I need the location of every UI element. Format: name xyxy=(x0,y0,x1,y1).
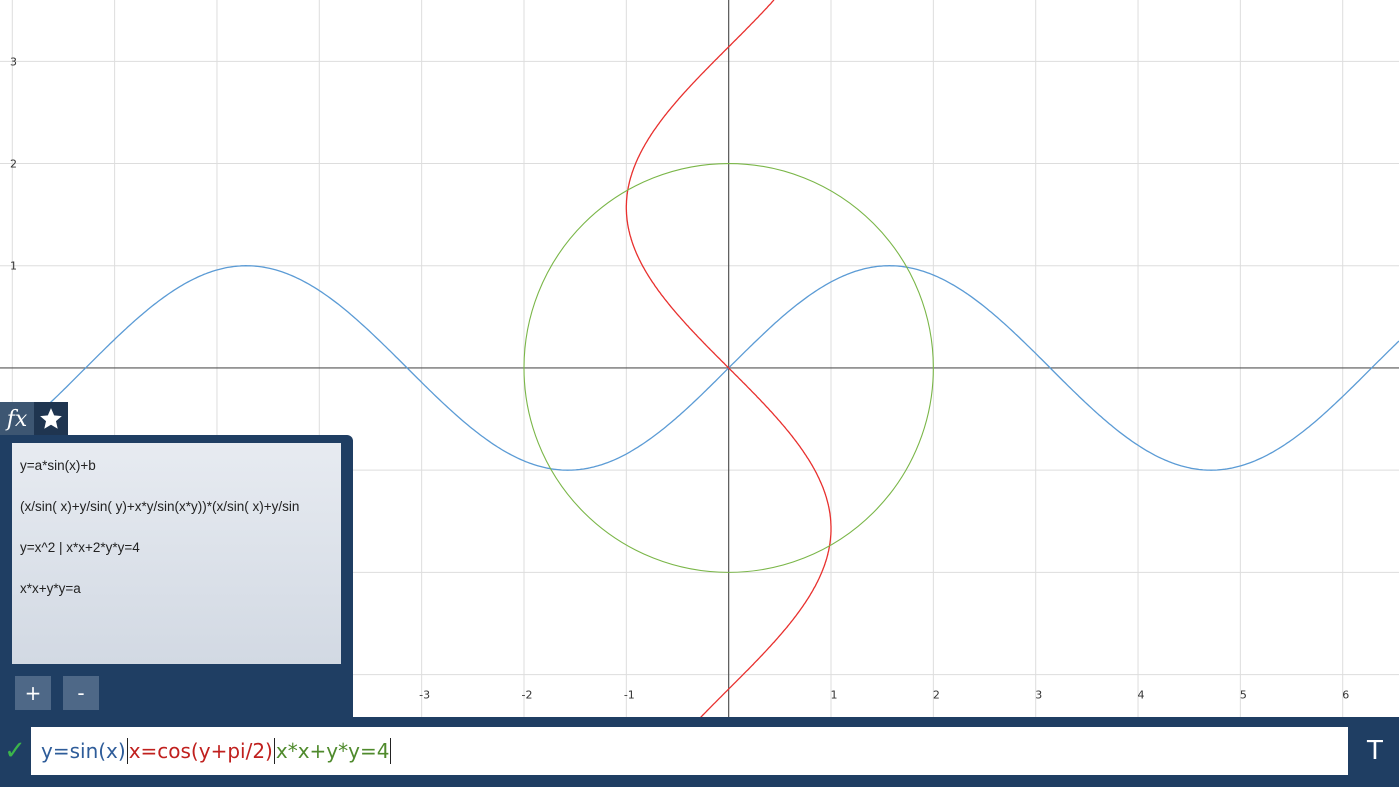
input-bar: ✓ y=sin(x) x=cos(y+pi/2) x*x+y*y=4 T xyxy=(0,717,1399,787)
x-tick-label: 3 xyxy=(1035,689,1042,702)
formula-tab[interactable]: fx xyxy=(0,402,34,436)
x-tick-label: -3 xyxy=(419,689,430,702)
x-tick-label: 6 xyxy=(1342,689,1349,702)
x-tick-label: -2 xyxy=(522,689,533,702)
y-tick-label: 3 xyxy=(10,55,17,68)
fx-icon: fx xyxy=(6,406,28,432)
formula-item[interactable]: (x/sin( x)+y/sin( y)+x*y/sin(x*y))*(x/si… xyxy=(12,486,341,527)
x-tick-label: -1 xyxy=(624,689,635,702)
panel-buttons: + - xyxy=(15,676,99,710)
formula-segment: x*x+y*y=4 xyxy=(275,739,390,763)
check-icon[interactable]: ✓ xyxy=(0,731,30,771)
formula-separator xyxy=(273,738,275,764)
x-tick-label: 1 xyxy=(831,689,838,702)
x-tick-label: 2 xyxy=(933,689,940,702)
formula-item[interactable]: y=x^2 | x*x+2*y*y=4 xyxy=(12,527,341,568)
star-icon xyxy=(40,408,62,429)
formula-segment: x=cos(y+pi/2) xyxy=(128,739,273,763)
x-tick-label: 4 xyxy=(1138,689,1145,702)
remove-formula-button[interactable]: - xyxy=(63,676,99,710)
favorites-panel: y=a*sin(x)+b (x/sin( x)+y/sin( y)+x*y/si… xyxy=(0,435,353,717)
formula-list: y=a*sin(x)+b (x/sin( x)+y/sin( y)+x*y/si… xyxy=(12,443,341,664)
favorites-tab[interactable] xyxy=(34,402,68,436)
formula-item[interactable]: y=a*sin(x)+b xyxy=(12,445,341,486)
text-cursor xyxy=(390,738,392,764)
formula-input[interactable]: y=sin(x) x=cos(y+pi/2) x*x+y*y=4 xyxy=(31,727,1348,775)
formula-separator xyxy=(126,738,128,764)
formula-segment: y=sin(x) xyxy=(41,739,126,763)
x-tick-label: 5 xyxy=(1240,689,1247,702)
add-formula-button[interactable]: + xyxy=(15,676,51,710)
y-tick-label: 1 xyxy=(10,260,17,273)
y-tick-label: 2 xyxy=(10,158,17,171)
formula-item[interactable]: x*x+y*y=a xyxy=(12,568,341,609)
keyboard-toggle-button[interactable]: T xyxy=(1353,731,1397,771)
panel-tabs: fx xyxy=(0,402,68,436)
